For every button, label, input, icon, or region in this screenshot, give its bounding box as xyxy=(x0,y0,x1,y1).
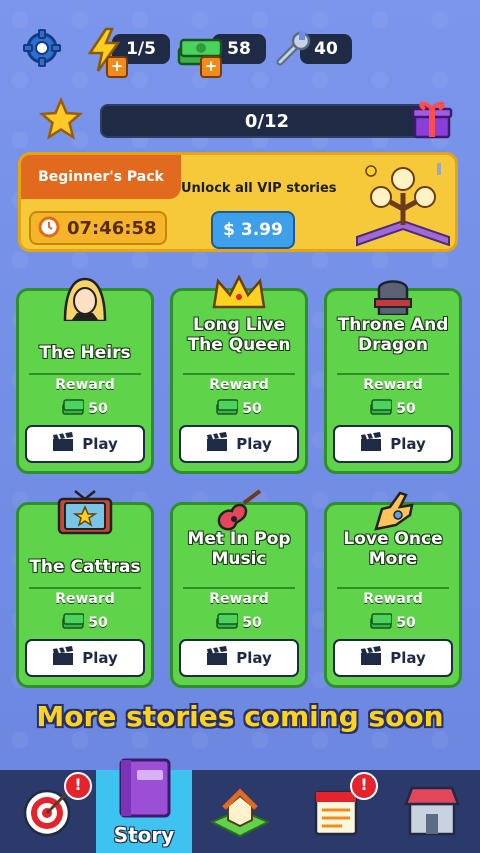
house-icon xyxy=(208,782,272,842)
clapper-icon xyxy=(52,646,74,670)
crown-icon xyxy=(210,274,268,315)
clapper-icon xyxy=(360,432,382,456)
play-button[interactable]: Play xyxy=(333,425,453,463)
nav-home[interactable] xyxy=(192,770,288,853)
star-icon xyxy=(38,96,84,142)
clapper-icon xyxy=(206,432,228,456)
nav-events[interactable]: ! xyxy=(288,770,384,853)
story-title: Met In Pop Music xyxy=(187,529,291,569)
reward-amount: 50 xyxy=(88,401,108,417)
clapper-icon xyxy=(52,432,74,456)
play-button[interactable]: Play xyxy=(179,425,299,463)
play-button[interactable]: Play xyxy=(333,639,453,677)
reward-value: 50 xyxy=(173,399,305,419)
reward-label: Reward xyxy=(55,591,115,607)
story-card-the-cattras[interactable]: The Cattras Reward 50 Play xyxy=(16,490,154,688)
story-title: Love Once More xyxy=(343,529,443,569)
clapper-icon xyxy=(360,646,382,670)
heirs-character-icon xyxy=(57,275,113,325)
more-stories-coming-soon: More stories coming soon xyxy=(36,700,444,733)
reward-amount: 50 xyxy=(88,615,108,631)
reward-value: 50 xyxy=(19,613,151,633)
story-card-love-once-more[interactable]: Love Once More Reward 50 Play xyxy=(324,491,462,688)
reward-amount: 50 xyxy=(242,615,262,631)
play-label: Play xyxy=(82,435,118,453)
story-card-long-live-the-queen[interactable]: Long Live The Queen Reward 50 Play xyxy=(170,274,308,474)
missions-alert-badge: ! xyxy=(64,772,92,800)
reward-amount: 50 xyxy=(396,615,416,631)
nav-missions[interactable]: ! xyxy=(0,770,96,853)
cash-icon xyxy=(62,399,85,419)
shop-icon xyxy=(402,782,462,842)
add-cash-icon[interactable]: + xyxy=(200,56,222,78)
pack-timer: 07:46:58 xyxy=(29,211,167,245)
reward-value: 50 xyxy=(327,399,459,419)
play-button[interactable]: Play xyxy=(179,639,299,677)
throne-icon xyxy=(371,275,415,319)
card-divider xyxy=(183,587,295,589)
nav-story[interactable]: Story xyxy=(96,758,192,853)
reward-label: Reward xyxy=(363,377,423,393)
reward-value: 50 xyxy=(327,613,459,633)
cash-icon xyxy=(216,399,239,419)
story-title: Throne And Dragon xyxy=(337,315,449,355)
card-divider xyxy=(337,587,449,589)
cash-icon xyxy=(216,613,239,633)
play-button[interactable]: Play xyxy=(25,425,145,463)
cash-icon xyxy=(62,613,85,633)
reward-amount: 50 xyxy=(396,401,416,417)
events-alert-badge: ! xyxy=(350,772,378,800)
play-button[interactable]: Play xyxy=(25,639,145,677)
clapper-icon xyxy=(206,646,228,670)
story-progress-bar: 0/12 xyxy=(100,104,434,138)
card-divider xyxy=(183,373,295,375)
top-bar: 1/5 + 58 + 40 xyxy=(0,0,480,100)
play-label: Play xyxy=(390,649,426,667)
card-divider xyxy=(29,373,141,375)
card-divider xyxy=(337,373,449,375)
story-card-throne-and-dragon[interactable]: Throne And Dragon Reward 50 Play xyxy=(324,280,462,474)
wrench-icon xyxy=(272,28,314,70)
bottom-nav: ! Story ! xyxy=(0,758,480,853)
reward-value: 50 xyxy=(173,613,305,633)
story-title: Long Live The Queen xyxy=(187,315,291,355)
reward-value: 50 xyxy=(19,399,151,419)
reward-amount: 50 xyxy=(242,401,262,417)
play-label: Play xyxy=(390,435,426,453)
energy-bolt-icon[interactable]: + xyxy=(82,26,128,78)
reward-label: Reward xyxy=(55,377,115,393)
story-card-the-heirs[interactable]: The Heirs Reward 50 Play xyxy=(16,277,154,474)
add-energy-icon[interactable]: + xyxy=(106,56,128,78)
story-card-met-in-pop-music[interactable]: Met In Pop Music Reward 50 Play xyxy=(170,489,308,688)
reward-label: Reward xyxy=(209,377,269,393)
cash-stack-icon[interactable]: + xyxy=(176,28,224,78)
story-title: The Cattras xyxy=(29,557,141,577)
gift-icon[interactable] xyxy=(410,98,454,140)
play-label: Play xyxy=(236,435,272,453)
play-label: Play xyxy=(236,649,272,667)
cash-icon xyxy=(370,399,393,419)
pack-timer-text: 07:46:58 xyxy=(67,217,157,239)
card-divider xyxy=(29,587,141,589)
book-icon xyxy=(113,756,175,824)
beginners-pack-banner[interactable]: Beginner's Pack 07:46:58 Unlock all VIP … xyxy=(18,152,458,252)
reward-label: Reward xyxy=(209,591,269,607)
pack-price-button[interactable]: $ 3.99 xyxy=(211,211,295,249)
nav-story-label: Story xyxy=(113,823,175,847)
alarm-clock-icon xyxy=(37,214,61,243)
settings-gear-icon[interactable] xyxy=(22,28,62,68)
play-label: Play xyxy=(82,649,118,667)
pack-title: Beginner's Pack xyxy=(21,155,181,199)
nav-shop[interactable] xyxy=(384,770,480,853)
story-title: The Heirs xyxy=(39,343,131,363)
cash-icon xyxy=(370,613,393,633)
pack-subtitle: Unlock all VIP stories xyxy=(181,181,337,196)
progress-text: 0/12 xyxy=(244,110,290,132)
tv-icon xyxy=(55,489,115,539)
vip-stories-illustration-icon xyxy=(351,159,455,249)
reward-label: Reward xyxy=(363,591,423,607)
